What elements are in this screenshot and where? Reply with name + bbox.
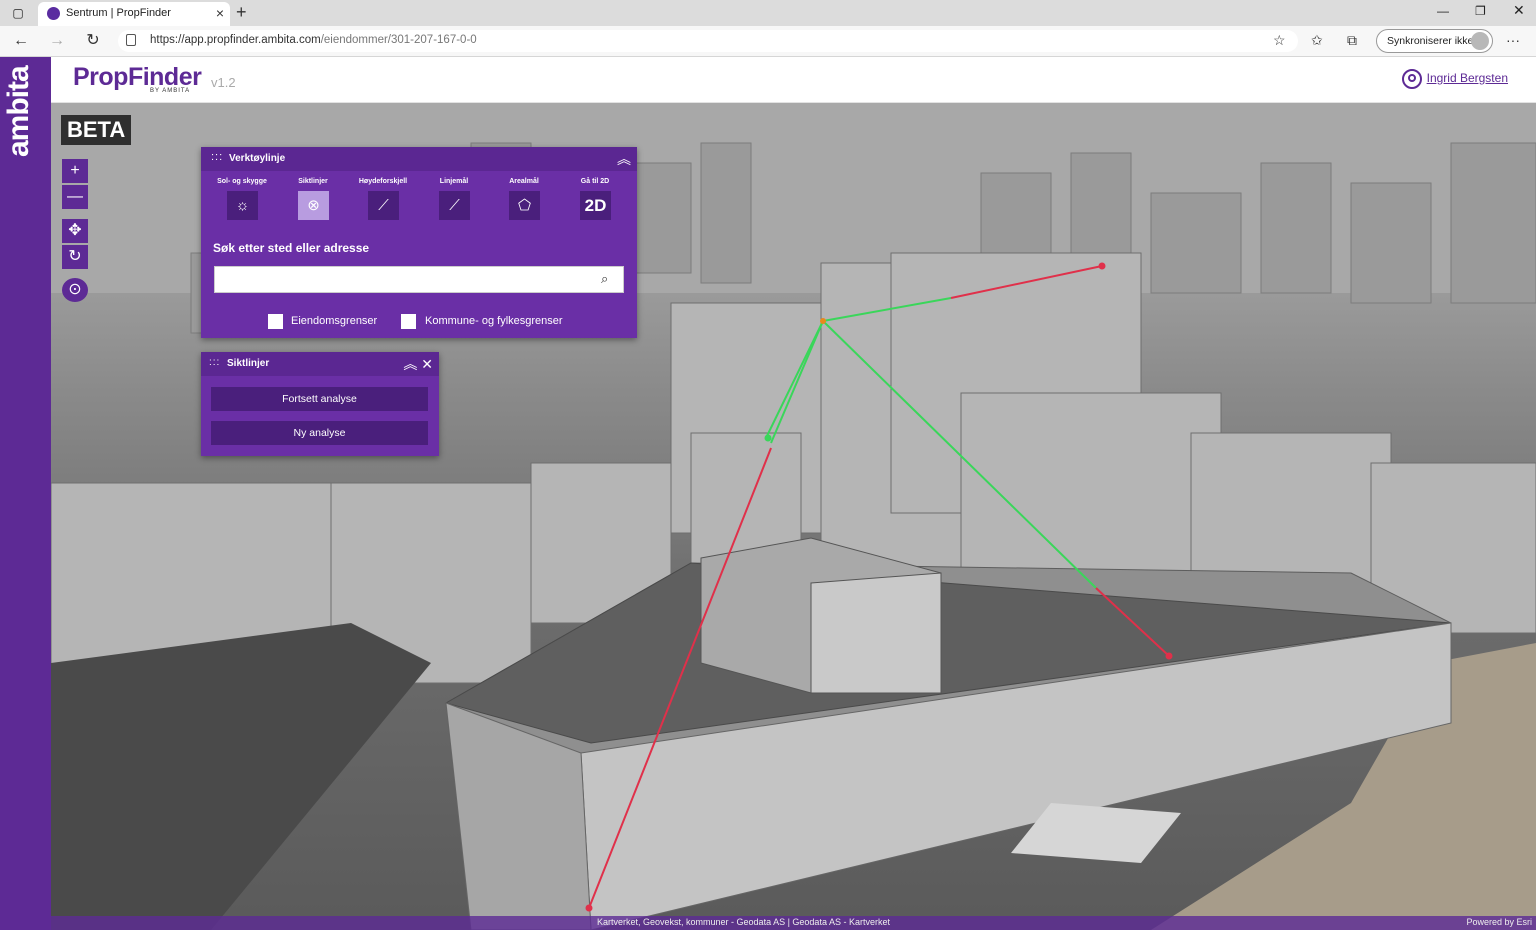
reload-button[interactable]: ↻ [82, 31, 104, 51]
municipality-boundaries-label: Kommune- og fylkesgrenser [425, 315, 563, 327]
property-boundaries-label: Eiendomsgrenser [291, 315, 378, 327]
search-label: Søk etter sted eller adresse [213, 241, 370, 255]
2d-icon: 2D [580, 191, 611, 220]
toolbar-header[interactable]: ::: Verktøylinje ︽ [201, 147, 637, 171]
url-host: https://app.propfinder.ambita.com [150, 34, 321, 46]
tool-area-measure[interactable]: Arealmål ⬠ [489, 178, 559, 228]
sightlines-panel: ::: Siktlinjer ︽ ✕ Fortsett analyse Ny a… [201, 352, 439, 456]
municipality-boundaries-checkbox[interactable] [401, 314, 416, 329]
profile-avatar [1471, 32, 1489, 50]
zoom-out-button[interactable]: — [62, 185, 88, 209]
browser-tab-bar: ▢ Sentrum | PropFinder × + — ❐ ✕ [0, 0, 1536, 26]
logo-subtitle: BY AMBITA [150, 88, 191, 94]
compass-button[interactable]: ⊙ [62, 278, 88, 302]
back-button[interactable]: ← [10, 31, 32, 51]
property-boundaries-checkbox[interactable] [268, 314, 283, 329]
collections-icon[interactable]: ⧉ [1347, 32, 1357, 49]
ambita-logo: ambita [2, 66, 35, 157]
map-attribution: Kartverket, Geovekst, kommuner - Geodata… [51, 916, 1536, 930]
tab-close-icon[interactable]: × [216, 5, 224, 21]
sightlines-header[interactable]: ::: Siktlinjer ︽ ✕ [201, 352, 439, 376]
drag-handle-icon[interactable]: ::: [209, 357, 220, 368]
user-name-link[interactable]: Ingrid Bergsten [1427, 71, 1508, 85]
maximize-button[interactable]: ❐ [1475, 4, 1486, 18]
line-measure-icon: ⟋ [439, 191, 470, 220]
window-close-button[interactable]: ✕ [1513, 2, 1525, 19]
sun-icon: ☼ [227, 191, 258, 220]
search-icon[interactable]: ⌕ [601, 271, 608, 287]
version-label: v1.2 [211, 75, 236, 90]
lock-icon [126, 34, 136, 46]
zoom-in-button[interactable]: + [62, 159, 88, 183]
toolbar-panel: ::: Verktøylinje ︽ Sol- og skygge ☼ Sikt… [201, 147, 637, 338]
tool-sightlines[interactable]: Siktlinjer ⊗ [278, 178, 348, 228]
attribution-text: Kartverket, Geovekst, kommuner - Geodata… [597, 917, 890, 927]
tool-label: Gå til 2D [580, 178, 610, 185]
tool-label: Høydeforskjell [358, 178, 408, 185]
tool-goto-2d[interactable]: Gå til 2D 2D [560, 178, 630, 228]
sync-button[interactable]: Synkroniserer ikke [1376, 29, 1493, 53]
powered-by-text[interactable]: Powered by Esri [1466, 917, 1532, 927]
new-analysis-button[interactable]: Ny analyse [211, 421, 428, 445]
tool-sun-shadow[interactable]: Sol- og skygge ☼ [207, 178, 277, 228]
pan-mode-button[interactable]: ✥ [62, 219, 88, 243]
tool-label: Arealmål [509, 178, 539, 185]
toolbar-title: Verktøylinje [229, 153, 286, 164]
minimize-button[interactable]: — [1437, 4, 1449, 18]
more-menu-icon[interactable]: ··· [1506, 32, 1520, 48]
tab-title: Sentrum | PropFinder [66, 7, 171, 19]
app-header: PropFinder BY AMBITA v1.2 Ingrid Bergste… [51, 57, 1536, 103]
forward-button[interactable]: → [46, 31, 68, 51]
collapse-icon[interactable]: ︽ [617, 149, 631, 169]
collapse-close-icon[interactable]: ︽ ✕ [403, 354, 433, 374]
browser-tab[interactable]: Sentrum | PropFinder × [38, 2, 230, 26]
search-input[interactable] [214, 266, 624, 293]
tab-actions-icon[interactable]: ▢ [8, 4, 28, 22]
sync-label: Synkroniserer ikke [1387, 35, 1474, 47]
sightline-icon: ⊗ [298, 191, 329, 220]
continue-analysis-button[interactable]: Fortsett analyse [211, 387, 428, 411]
url-field[interactable]: https://app.propfinder.ambita.com/eiendo… [118, 30, 1298, 52]
favorite-add-icon[interactable]: ☆ [1273, 32, 1286, 49]
favicon-icon [47, 7, 60, 20]
tool-line-measure[interactable]: Linjemål ⟋ [419, 178, 489, 228]
sightlines-title: Siktlinjer [227, 358, 270, 369]
url-path: /eiendommer/301-207-167-0-0 [320, 34, 477, 46]
beta-badge: BETA [61, 115, 132, 145]
chart-line-icon: ⟋ [368, 191, 399, 220]
user-icon[interactable] [1402, 69, 1422, 89]
favorites-icon[interactable]: ✩ [1311, 32, 1323, 49]
drag-handle-icon[interactable]: ::: [211, 151, 223, 163]
rotate-mode-button[interactable]: ↻ [62, 245, 88, 269]
brand-sidebar: ambita [0, 57, 51, 930]
new-tab-button[interactable]: + [236, 2, 247, 23]
address-bar: ← → ↻ https://app.propfinder.ambita.com/… [0, 26, 1536, 57]
tool-height-difference[interactable]: Høydeforskjell ⟋ [348, 178, 418, 228]
tool-label: Linjemål [439, 178, 469, 185]
area-measure-icon: ⬠ [509, 191, 540, 220]
tool-label: Sol- og skygge [217, 178, 267, 185]
tool-label: Siktlinjer [298, 178, 328, 185]
